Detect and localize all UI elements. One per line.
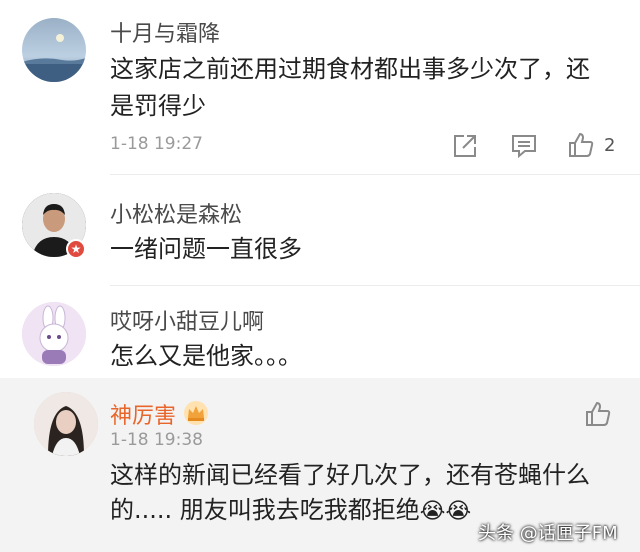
like-icon[interactable] — [584, 400, 612, 428]
comment-text-line2-body: 的..... 朋友叫我去吃我都拒绝 — [110, 496, 420, 524]
reply-block: 神厉害 1-18 19:38 这样的新闻已经看了好几次了，还有苍蝇什么 的...… — [0, 378, 640, 552]
person-avatar-icon — [34, 392, 98, 456]
crown-badge-icon — [184, 401, 208, 425]
comment-text-line1: 这家店之前还用过期食材都出事多少次了，还 — [110, 55, 590, 83]
comment-icon[interactable] — [510, 133, 538, 159]
share-icon[interactable] — [452, 133, 478, 159]
bunny-avatar-icon — [22, 302, 86, 366]
verified-badge: ★ — [66, 239, 86, 259]
comment-time: 1-18 19:38 — [110, 430, 203, 450]
comment-username[interactable]: 十月与霜降 — [110, 16, 220, 48]
comment-time: 1-18 19:27 — [110, 134, 203, 154]
comment-text: 怎么又是他家。。。 — [110, 342, 302, 370]
crying-emoji: 😭😭 — [419, 499, 472, 524]
like-icon[interactable] — [567, 131, 595, 159]
comment-text-line1: 这样的新闻已经看了好几次了，还有苍蝇什么 — [110, 461, 590, 489]
avatar[interactable] — [22, 18, 86, 82]
moon-landscape-avatar-icon — [22, 34, 86, 82]
comment-username[interactable]: 神厉害 — [110, 398, 176, 430]
comment-username[interactable]: 哎呀小甜豆儿啊 — [110, 304, 264, 336]
watermark: 头条 @话匣子FM — [478, 523, 618, 544]
comment-1: 十月与霜降 这家店之前还用过期食材都出事多少次了，还 是罚得少 1-18 19:… — [0, 0, 640, 170]
avatar[interactable] — [22, 302, 86, 366]
avatar[interactable] — [34, 392, 98, 456]
comment-text: 一绪问题一直很多 — [110, 235, 302, 263]
comment-2: ★ 小松松是森松 一绪问题一直很多 — [0, 175, 640, 275]
comment-username[interactable]: 小松松是森松 — [110, 197, 242, 229]
comment-3: 哎呀小甜豆儿啊 怎么又是他家。。。 — [0, 286, 640, 378]
comment-text-line2: 是罚得少 — [110, 92, 206, 120]
like-count: 2 — [604, 135, 616, 156]
comment-text-line2: 的..... 朋友叫我去吃我都拒绝😭😭 — [110, 492, 471, 530]
